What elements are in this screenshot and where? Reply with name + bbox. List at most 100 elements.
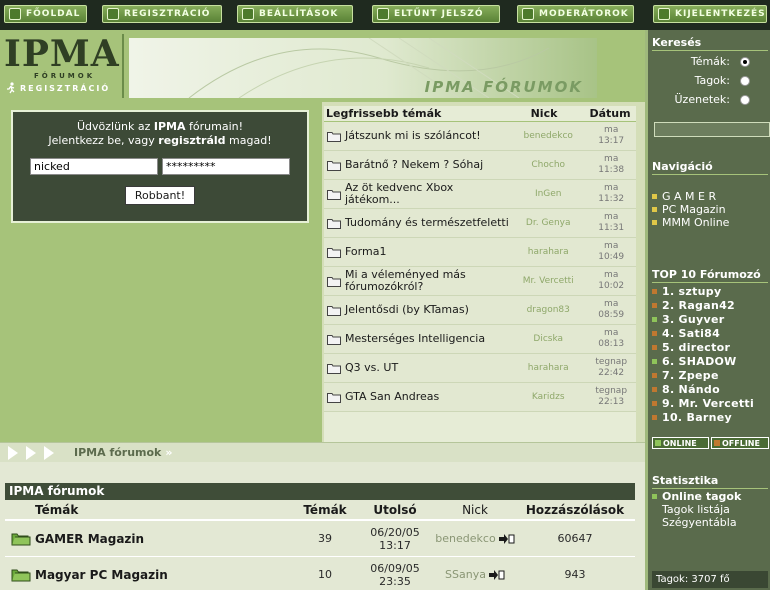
- latest-topic-row[interactable]: Tudomány és természetfeletti Dr. Genya ma 1…: [324, 209, 636, 238]
- runner-icon: [7, 82, 15, 94]
- latest-topic-nick[interactable]: harahara: [510, 247, 586, 257]
- latest-topic-title[interactable]: Mesterséges Intelligencia: [345, 333, 510, 345]
- latest-topic-row[interactable]: Mi a véleményed más fórumozókról? Mr. Ver…: [324, 267, 636, 296]
- latest-topic-nick[interactable]: harahara: [510, 363, 586, 373]
- forum-row[interactable]: Magyar PC Magazin 10 06/09/05 23:35 SSanya 94…: [5, 557, 635, 590]
- moderators-icon: [522, 8, 534, 20]
- header-divider: [122, 34, 124, 98]
- forum-last-post: 06/20/05 13:17: [355, 526, 435, 552]
- forum-nick-text[interactable]: SSanya: [445, 568, 486, 581]
- nav-home-button[interactable]: FŐOLDAL: [4, 5, 87, 23]
- nav-lost-password-button[interactable]: ELTŰNT JELSZÓ: [372, 5, 500, 23]
- nav-moderators-button[interactable]: MODERÁTOROK: [517, 5, 634, 23]
- nav-logout-button[interactable]: KIJELENTKEZÉS: [653, 5, 767, 23]
- top10-item[interactable]: 3. Guyver: [652, 313, 724, 326]
- latest-topic-day: ma: [604, 270, 619, 280]
- nav-settings-button[interactable]: BEÁLLÍTÁSOK: [237, 5, 353, 23]
- latest-topic-nick[interactable]: Dr. Genya: [510, 218, 586, 228]
- sidebar-nav-item[interactable]: PC Magazin: [652, 203, 726, 216]
- latest-topic-title[interactable]: Mi a véleményed más fórumozókról?: [345, 269, 510, 293]
- status-dot-icon: [652, 317, 657, 322]
- breadcrumb-forums-link[interactable]: IPMA fórumok: [74, 446, 161, 459]
- stats-member-list[interactable]: Tagok listája: [662, 503, 730, 516]
- latest-topic-nick[interactable]: Karidzs: [510, 392, 586, 402]
- latest-topic-title[interactable]: Jelentősdi (by KTamas): [345, 304, 510, 316]
- latest-topic-title[interactable]: GTA San Andreas: [345, 391, 510, 403]
- goto-post-icon[interactable]: [488, 569, 505, 580]
- latest-topic-day: ma: [604, 212, 619, 222]
- top10-item[interactable]: 7. Zpepe: [652, 369, 719, 382]
- stats-online-members[interactable]: Online tagok: [652, 490, 741, 503]
- top10-item[interactable]: 9. Mr. Vercetti: [652, 397, 754, 410]
- latest-topic-row[interactable]: Q3 vs. UT harahara tegnap 22:42: [324, 354, 636, 383]
- latest-topic-nick[interactable]: dragon83: [510, 305, 586, 315]
- latest-topic-row[interactable]: Barátnő ? Nekem ? Sóhaj Chocho ma 11:38: [324, 151, 636, 180]
- latest-topic-title[interactable]: Az öt kedvenc Xbox játékom...: [345, 182, 510, 206]
- latest-topic-date: ma 11:32: [586, 183, 636, 205]
- top10-item[interactable]: 4. Sati84: [652, 327, 720, 340]
- logout-icon: [658, 8, 670, 20]
- status-dot-icon: [652, 387, 657, 392]
- latest-topic-row[interactable]: Játszunk mi is szóláncot! benedekco ma 13:1…: [324, 122, 636, 151]
- forum-section-title: IPMA fórumok: [5, 483, 635, 500]
- col-nick-header: Nick: [462, 502, 488, 517]
- forum-name[interactable]: Magyar PC Magazin: [35, 568, 295, 582]
- chevrons-icon: [8, 445, 54, 460]
- username-field[interactable]: [30, 158, 158, 175]
- top10-item[interactable]: 2. Ragan42: [652, 299, 735, 312]
- top10-item[interactable]: 5. director: [652, 341, 730, 354]
- top10-item[interactable]: 1. sztupy: [652, 285, 721, 298]
- goto-post-icon[interactable]: [498, 533, 515, 544]
- radio-messages[interactable]: [740, 95, 750, 105]
- top10-item[interactable]: 6. SHADOW: [652, 355, 737, 368]
- top10-item[interactable]: 10. Barney: [652, 411, 732, 424]
- forum-nick-text[interactable]: benedekco: [435, 532, 495, 545]
- members-count: Tagok: 3707 fő: [652, 571, 768, 588]
- col-posts-header: Hozzászólások: [525, 502, 625, 517]
- sidebar-nav-item[interactable]: MMM Online: [652, 216, 729, 229]
- latest-topic-row[interactable]: Forma1 harahara ma 10:49: [324, 238, 636, 267]
- latest-topic-row[interactable]: Jelentősdi (by KTamas) dragon83 ma 08:59: [324, 296, 636, 325]
- bullet-icon: [652, 194, 657, 199]
- sidebar-nav-label: G A M E R: [662, 190, 717, 203]
- latest-topic-nick[interactable]: benedekco: [510, 131, 586, 141]
- latest-topic-nick[interactable]: Dicska: [510, 334, 586, 344]
- forum-name[interactable]: GAMER Magazin: [35, 532, 295, 546]
- offline-button[interactable]: OFFLINE: [711, 437, 769, 449]
- stats-shame-board[interactable]: Szégyentábla: [662, 516, 737, 529]
- sidebar-nav-item[interactable]: G A M E R: [652, 190, 716, 203]
- top10-name: 4. Sati84: [662, 327, 721, 340]
- password-field[interactable]: [162, 158, 290, 175]
- latest-topic-title[interactable]: Forma1: [345, 246, 510, 258]
- nav-register-button[interactable]: REGISZTRÁCIÓ: [102, 5, 222, 23]
- login-button[interactable]: Robbant!: [124, 186, 196, 205]
- top10-item[interactable]: 8. Nándo: [652, 383, 720, 396]
- latest-topic-title[interactable]: Barátnő ? Nekem ? Sóhaj: [345, 159, 510, 171]
- latest-topic-time: 10:49: [598, 252, 625, 262]
- stats-shame-label: Szégyentábla: [662, 516, 737, 529]
- latest-topic-nick[interactable]: InGen: [510, 189, 586, 199]
- radio-members[interactable]: [740, 76, 750, 86]
- header-register-link[interactable]: REGISZTRÁCIÓ: [6, 82, 110, 94]
- forum-row[interactable]: GAMER Magazin 39 06/20/05 13:17 benedekco 606…: [5, 521, 635, 557]
- bullet-icon: [652, 207, 657, 212]
- latest-topic-nick[interactable]: Mr. Vercetti: [510, 276, 586, 286]
- search-input[interactable]: [654, 122, 770, 137]
- sidebar-nav-label: MMM Online: [662, 216, 730, 229]
- latest-topic-row[interactable]: Mesterséges Intelligencia Dicska ma 08:13: [324, 325, 636, 354]
- stats-member-list-label: Tagok listája: [662, 503, 730, 516]
- online-button[interactable]: ONLINE: [652, 437, 709, 449]
- latest-topic-date: ma 13:17: [586, 125, 636, 147]
- forum-list-area: IPMA fórumok Témák Témák Utolsó Nick Hoz…: [0, 462, 645, 590]
- latest-topic-title[interactable]: Q3 vs. UT: [345, 362, 510, 374]
- welcome-line-1: Üdvözlünk az IPMA fórumain!: [76, 120, 244, 133]
- radio-topics[interactable]: [740, 57, 750, 67]
- folder-icon: [327, 131, 341, 142]
- latest-topic-row[interactable]: Az öt kedvenc Xbox játékom... InGen ma 11:3…: [324, 180, 636, 209]
- latest-topic-title[interactable]: Játszunk mi is szóláncot!: [345, 130, 510, 142]
- status-dot-icon: [652, 415, 657, 420]
- latest-topic-date: ma 11:31: [586, 212, 636, 234]
- latest-topic-row[interactable]: GTA San Andreas Karidzs tegnap 22:13: [324, 383, 636, 412]
- latest-topic-nick[interactable]: Chocho: [510, 160, 586, 170]
- latest-topic-title[interactable]: Tudomány és természetfeletti: [345, 217, 510, 229]
